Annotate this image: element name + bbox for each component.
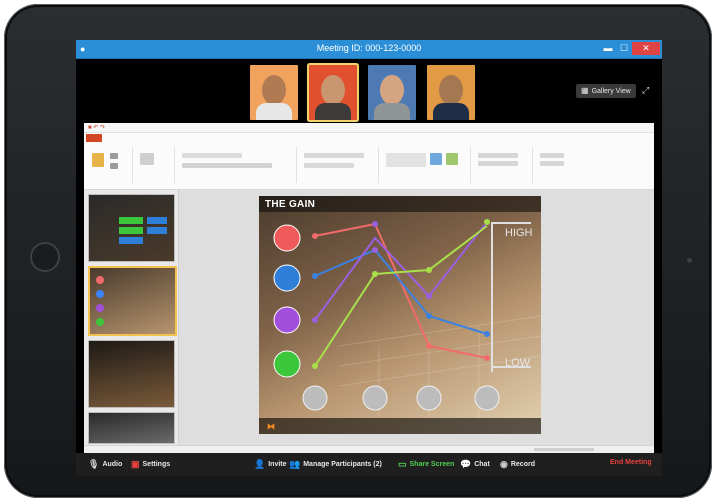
audio-label: Audio (102, 461, 123, 468)
cut-icon[interactable] (110, 153, 118, 159)
series-line-purple (314, 221, 488, 321)
slide-thumbnail[interactable] (88, 340, 175, 408)
microphone-icon: 🎙 (88, 459, 100, 469)
font-box[interactable] (182, 153, 242, 158)
shape-outline-icon[interactable] (478, 161, 518, 166)
fullscreen-icon[interactable]: ⤢ (642, 85, 649, 96)
paragraph-icons[interactable] (304, 153, 364, 158)
end-meeting-button[interactable]: End Meeting (610, 459, 652, 466)
category-circle-green[interactable] (273, 350, 301, 378)
quick-access-icon: ■ ↶ ↷ (88, 125, 106, 131)
low-label: LOW (505, 357, 531, 369)
replace-icon[interactable] (540, 161, 564, 166)
shapes-gallery[interactable] (386, 153, 426, 167)
slide-header: THE GAIN (259, 196, 541, 212)
ribbon-group (134, 147, 175, 183)
manage-participants-button[interactable]: 👥 Manage Participants (2) (289, 459, 382, 470)
record-label: Record (510, 461, 535, 468)
slide-thumbnail-selected[interactable] (88, 266, 177, 336)
new-slide-icon[interactable] (140, 153, 154, 165)
series-line-red (314, 222, 488, 359)
participant-video[interactable] (368, 65, 416, 120)
current-slide: HIGH LOW THE GAIN ⧓ (259, 196, 541, 434)
series-points (312, 219, 490, 369)
gallery-view-button[interactable]: ▦ Gallery View (576, 84, 636, 98)
ppt-ribbon (84, 143, 654, 190)
zoom-slider[interactable] (534, 448, 594, 451)
slide-thumbnail[interactable] (88, 194, 175, 262)
ribbon-group (86, 147, 133, 183)
bottom-circle[interactable] (362, 385, 388, 411)
arrange-icon[interactable] (430, 153, 442, 165)
manage-participants-label: Manage Participants (2) (303, 461, 382, 468)
ppt-file-tab[interactable] (86, 134, 102, 142)
bottom-circle[interactable] (302, 385, 328, 411)
record-button[interactable]: ◉ Record (500, 459, 535, 470)
shared-screen-powerpoint: ■ ↶ ↷ HIGH LOW THE GAIN ⧓ (84, 123, 654, 454)
slide-canvas: HIGH LOW THE GAIN ⧓ (179, 190, 654, 445)
slide-diagram: HIGH LOW (273, 219, 541, 418)
series-line-green (314, 225, 488, 367)
bottom-circle[interactable] (474, 385, 500, 411)
record-icon: ◉ (500, 459, 508, 469)
participant-video[interactable] (309, 65, 357, 120)
home-button[interactable] (30, 242, 60, 272)
font-format-icons[interactable] (182, 163, 272, 168)
ribbon-group (298, 147, 379, 183)
participants-icon: 👥 (289, 459, 301, 469)
share-screen-label: Share Screen (409, 461, 455, 468)
quick-styles-icon[interactable] (446, 153, 458, 165)
ribbon-group (380, 147, 471, 183)
ribbon-group (534, 147, 574, 183)
slide-logo-icon: ⧓ (267, 422, 275, 431)
slide-title: THE GAIN (265, 199, 316, 210)
meeting-title: Meeting ID: 000-123-0000 (316, 43, 422, 53)
gallery-view-icon: ▦ (581, 86, 589, 95)
scale-bar (491, 222, 493, 372)
copy-icon[interactable] (110, 163, 118, 169)
chat-icon: 💬 (460, 459, 472, 469)
slide-footer: ⧓ (259, 418, 541, 434)
paste-icon[interactable] (92, 153, 104, 167)
close-button[interactable]: ✕ (632, 42, 660, 55)
category-circle-blue[interactable] (273, 264, 301, 292)
slide-thumbnail-panel (84, 190, 179, 445)
bottom-circle[interactable] (416, 385, 442, 411)
tablet-frame: ● Meeting ID: 000-123-0000 ▬ ☐ ✕ ▦ Galler… (4, 4, 712, 498)
audio-button[interactable]: 🎙 Audio (88, 459, 122, 470)
slide-thumbnail[interactable] (88, 412, 175, 444)
ppt-ribbon-tabs (84, 133, 654, 143)
category-circle-red[interactable] (273, 224, 301, 252)
participant-gallery: ▦ Gallery View ⤢ (76, 59, 662, 123)
share-screen-button[interactable]: ▭ Share Screen (398, 459, 454, 470)
series-line-blue (314, 248, 488, 335)
category-circle-purple[interactable] (273, 306, 301, 334)
share-screen-icon: ▭ (398, 459, 407, 469)
end-meeting-label: End Meeting (610, 459, 652, 466)
invite-button[interactable]: 👤 Invite (254, 459, 287, 470)
settings-label: Settings (142, 461, 171, 468)
ribbon-group (176, 147, 297, 183)
invite-icon: 👤 (254, 459, 266, 469)
find-icon[interactable] (540, 153, 564, 158)
maximize-button[interactable]: ☐ (616, 42, 632, 55)
shape-fill-icon[interactable] (478, 153, 518, 158)
chat-button[interactable]: 💬 Chat (460, 459, 490, 470)
ppt-titlebar: ■ ↶ ↷ (84, 123, 654, 133)
video-icon: ▣ (131, 459, 140, 469)
gallery-view-label: Gallery View (591, 88, 631, 95)
ribbon-group (472, 147, 533, 183)
camera-dot (687, 258, 692, 263)
align-icons[interactable] (304, 163, 354, 168)
high-label: HIGH (505, 227, 533, 239)
chat-label: Chat (474, 461, 490, 468)
zoom-toolbar: 🎙 Audio ▣ Settings 👤 Invite 👥 Manage Partici… (76, 453, 662, 476)
invite-label: Invite (268, 461, 287, 468)
participant-video[interactable] (250, 65, 298, 120)
settings-button[interactable]: ▣ Settings (131, 459, 170, 470)
participant-video[interactable] (427, 65, 475, 120)
zoom-window: ● Meeting ID: 000-123-0000 ▬ ☐ ✕ ▦ Galler… (76, 40, 662, 476)
window-titlebar: ● Meeting ID: 000-123-0000 ▬ ☐ ✕ (76, 40, 662, 59)
minimize-button[interactable]: ▬ (600, 42, 616, 55)
